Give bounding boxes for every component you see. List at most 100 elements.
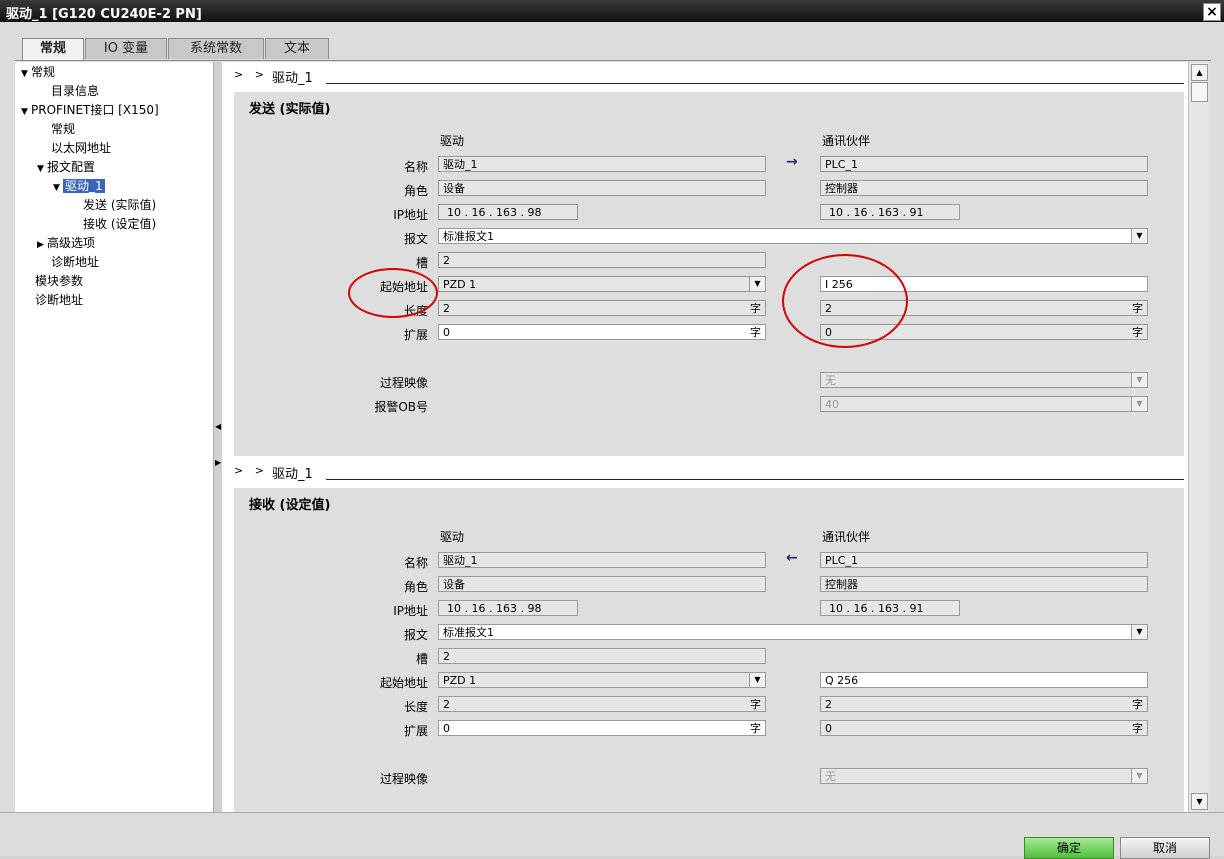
window-title: 驱动_1 [G120 CU240E-2 PN] [6,7,202,22]
dropdown-arrow-icon[interactable]: ▼ [1131,769,1147,783]
navigation-tree: ▼ 常规 目录信息 ▼ PROFINET接口 [X150] 常规 以太网地址 ▼ 报文… [15,62,214,812]
drive-length-field[interactable]: 2字 [438,696,766,712]
breadcrumb-chevron-icon[interactable]: > > [234,464,268,477]
divider [326,83,1184,84]
partner-name-field[interactable]: PLC_1 [820,156,1148,172]
drive-ip-field[interactable]: 10 . 16 . 163 . 98 [438,600,578,616]
receive-panel: 接收 (设定值) 驱动 通讯伙伴 名称 驱动_1 ← PLC_1 角色 设备 控… [234,488,1184,812]
tree-item-ethernet-address[interactable]: 以太网地址 [51,140,111,156]
drive-role-field[interactable]: 设备 [438,180,766,196]
column-header-partner: 通讯伙伴 [822,530,871,544]
slot-field[interactable]: 2 [438,648,766,664]
scroll-down-icon[interactable]: ▼ [1191,793,1208,810]
tree-item-profinet-interface[interactable]: ▼ PROFINET接口 [X150] [21,102,159,118]
tree-item-advanced[interactable]: ▶ 高级选项 [37,235,95,251]
partner-role-field[interactable]: 控制器 [820,576,1148,592]
drive-role-field[interactable]: 设备 [438,576,766,592]
label-extension: 扩展 [403,328,428,342]
tab-system-constants[interactable]: 系统常数 [168,38,264,59]
slot-field[interactable]: 2 [438,252,766,268]
partner-name-field[interactable]: PLC_1 [820,552,1148,568]
label-slot: 槽 [415,652,428,666]
collapse-left-icon[interactable]: ◀ [215,422,221,431]
direction-arrow-icon: ← [786,550,798,566]
drive-ip-field[interactable]: 10 . 16 . 163 . 98 [438,204,578,220]
breadcrumb-label: 驱动_1 [272,71,313,86]
label-length: 长度 [403,700,428,714]
partner-extension-field[interactable]: 0字 [820,720,1148,736]
breadcrumb-label: 驱动_1 [272,467,313,482]
label-name: 名称 [403,160,428,174]
dropdown-arrow-icon[interactable]: ▼ [1131,229,1147,243]
annotation-circle [782,254,908,348]
direction-arrow-icon: → [786,154,798,170]
process-image-select[interactable]: 无 ▼ [820,768,1148,784]
drive-extension-input[interactable]: 0字 [438,720,766,736]
scroll-thumb[interactable] [1191,82,1208,102]
label-ip: IP地址 [393,604,428,618]
dropdown-arrow-icon[interactable]: ▼ [1131,397,1147,411]
dropdown-arrow-icon[interactable]: ▼ [749,673,765,687]
tab-io-tags[interactable]: IO 变量 [85,38,167,59]
tree-item-telegram-config[interactable]: ▼ 报文配置 [37,159,95,175]
expand-arrow-icon[interactable]: ▼ [21,66,31,82]
expand-arrow-icon[interactable]: ▼ [53,180,63,196]
tab-texts[interactable]: 文本 [265,38,329,59]
tree-item-drive-1[interactable]: ▼ 驱动_1 [53,178,105,194]
label-role: 角色 [403,184,428,198]
column-header-drive: 驱动 [440,530,465,544]
tree-item-interface-general[interactable]: 常规 [51,121,75,137]
partner-length-field[interactable]: 2字 [820,696,1148,712]
tree-item-module-params[interactable]: 模块参数 [35,273,83,289]
telegram-select[interactable]: 标准报文1 ▼ [438,624,1148,640]
cancel-button[interactable]: 取消 [1120,837,1210,859]
label-process-image: 过程映像 [379,376,428,390]
dropdown-arrow-icon[interactable]: ▼ [1131,373,1147,387]
drive-extension-input[interactable]: 0字 [438,324,766,340]
ok-button[interactable]: 确定 [1024,837,1114,859]
drive-start-address-select[interactable]: PZD 1 ▼ [438,276,766,292]
label-process-image: 过程映像 [379,772,428,786]
label-alarm-ob: 报警OB号 [374,400,428,414]
partner-role-field[interactable]: 控制器 [820,180,1148,196]
tree-item-send[interactable]: 发送 (实际值) [83,197,156,213]
tree-item-general[interactable]: ▼ 常规 [21,64,55,80]
tree-item-catalog-info[interactable]: 目录信息 [51,83,99,99]
breadcrumb-chevron-icon[interactable]: > > [234,68,268,81]
label-role: 角色 [403,580,428,594]
label-start-address: 起始地址 [379,676,428,690]
dropdown-arrow-icon[interactable]: ▼ [749,277,765,291]
tree-item-diagnostic-address[interactable]: 诊断地址 [51,254,99,270]
send-breadcrumb: > > 驱动_1 [222,62,1188,90]
label-extension: 扩展 [403,724,428,738]
section-title: 接收 (设定值) [249,498,331,513]
process-image-select[interactable]: 无 ▼ [820,372,1148,388]
partner-ip-field[interactable]: 10 . 16 . 163 . 91 [820,204,960,220]
partner-ip-field[interactable]: 10 . 16 . 163 . 91 [820,600,960,616]
scroll-up-icon[interactable]: ▲ [1191,64,1208,81]
annotation-circle [348,268,438,318]
label-ip: IP地址 [393,208,428,222]
drive-start-address-select[interactable]: PZD 1 ▼ [438,672,766,688]
expand-right-icon[interactable]: ▶ [215,458,221,467]
content-pane: > > 驱动_1 发送 (实际值) 驱动 通讯伙伴 名称 驱动_1 → PLC_… [222,62,1188,812]
telegram-select[interactable]: 标准报文1 ▼ [438,228,1148,244]
drive-name-field[interactable]: 驱动_1 [438,156,766,172]
vertical-scrollbar[interactable]: ▲ ▼ [1188,62,1209,812]
close-icon[interactable]: × [1203,3,1221,21]
expand-arrow-icon[interactable]: ▶ [37,237,47,253]
alarm-ob-select[interactable]: 40 ▼ [820,396,1148,412]
dropdown-arrow-icon[interactable]: ▼ [1131,625,1147,639]
tab-general[interactable]: 常规 [22,38,84,61]
tree-item-receive[interactable]: 接收 (设定值) [83,216,156,232]
dialog-body: 常规 IO 变量 系统常数 文本 ▼ 常规 目录信息 ▼ PROFINET接口 [X… [0,22,1224,859]
expand-arrow-icon[interactable]: ▼ [37,161,47,177]
partner-start-address-input[interactable]: Q 256 [820,672,1148,688]
tree-item-diagnostic-address-2[interactable]: 诊断地址 [35,292,83,308]
drive-length-field[interactable]: 2字 [438,300,766,316]
expand-arrow-icon[interactable]: ▼ [21,104,31,120]
column-header-drive: 驱动 [440,134,465,148]
drive-name-field[interactable]: 驱动_1 [438,552,766,568]
label-telegram: 报文 [403,628,428,642]
label-telegram: 报文 [403,232,428,246]
